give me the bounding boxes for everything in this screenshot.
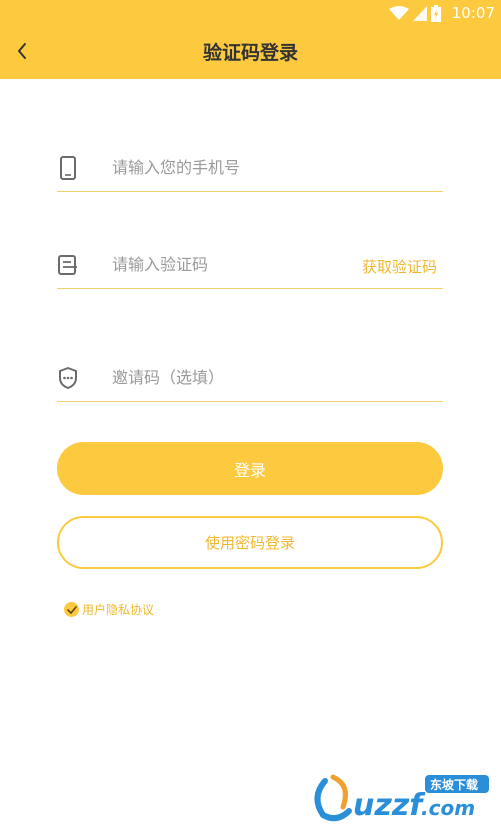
uzzf-watermark-logo: uzzf .com 东坡下载 [314,774,489,823]
privacy-agreement-link[interactable]: 用户隐私协议 [82,601,154,618]
code-input[interactable] [112,249,392,279]
svg-text:uzzf: uzzf [353,788,426,823]
invite-field [57,354,443,402]
shield-icon [57,366,79,390]
app-header: 10:07 验证码登录 [0,0,501,79]
status-time: 10:07 [451,4,495,22]
battery-icon [431,4,441,22]
wifi-icon [389,5,409,20]
password-login-button[interactable]: 使用密码登录 [57,516,443,569]
watermark-tag: 东坡下载 [430,777,478,792]
get-code-button[interactable]: 获取验证码 [362,256,437,277]
code-field: 获取验证码 [57,241,443,289]
invite-input[interactable] [112,362,392,392]
svg-text:.com: .com [421,796,475,820]
checkbox-checked-icon[interactable] [64,602,79,617]
page-title: 验证码登录 [202,42,298,64]
signal-icon [413,5,427,21]
phone-field [57,144,443,192]
login-button[interactable]: 登录 [57,442,443,495]
code-icon [57,253,79,277]
phone-input[interactable] [112,152,392,182]
status-bar: 10:07 [0,0,501,26]
status-icons [389,4,441,22]
phone-icon [57,156,79,180]
privacy-agreement[interactable]: 用户隐私协议 [64,601,154,618]
